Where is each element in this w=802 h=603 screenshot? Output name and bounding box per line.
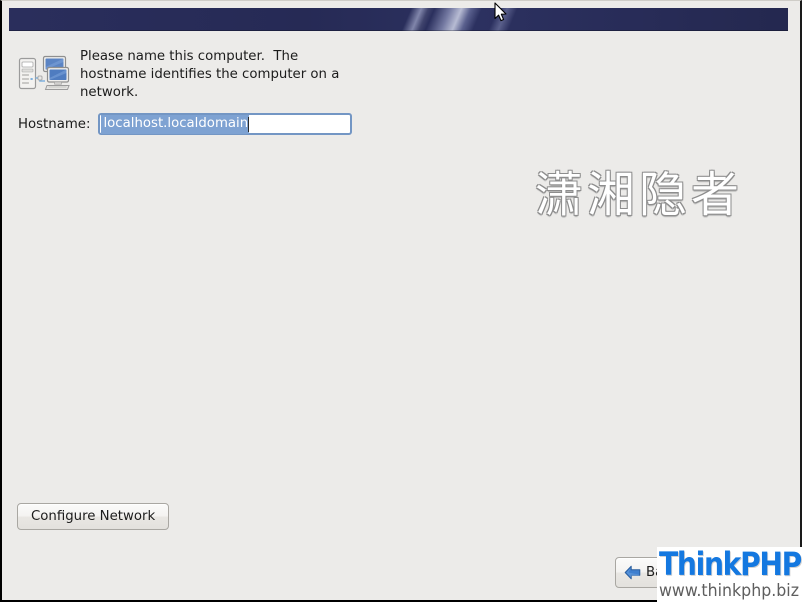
thinkphp-url-text: www.thinkphp.biz	[659, 581, 800, 601]
hostname-label: Hostname:	[18, 116, 91, 132]
hostname-input-value[interactable]: localhost.localdomain	[101, 114, 250, 134]
configure-network-button[interactable]: Configure Network	[17, 503, 170, 530]
hostname-field-row: Hostname: localhost.localdomain	[18, 113, 353, 135]
hostname-info-text: Please name this computer. The hostname …	[80, 49, 340, 100]
hostname-input[interactable]: localhost.localdomain	[98, 113, 353, 135]
installer-window: Please name this computer. The hostname …	[0, 0, 802, 603]
thinkphp-logo-text: ThinkPHP	[659, 547, 802, 583]
thinkphp-watermark: ThinkPHP www.thinkphp.biz	[657, 547, 802, 603]
hostname-info-row: Please name this computer. The hostname …	[18, 47, 363, 102]
chinese-watermark-text: 潇湘隐者	[535, 167, 744, 223]
computer-network-icon	[18, 54, 70, 94]
installer-banner	[9, 8, 788, 31]
configure-network-label: Configure Network	[31, 509, 156, 524]
arrow-left-icon	[624, 565, 641, 580]
text-caret	[248, 116, 250, 132]
